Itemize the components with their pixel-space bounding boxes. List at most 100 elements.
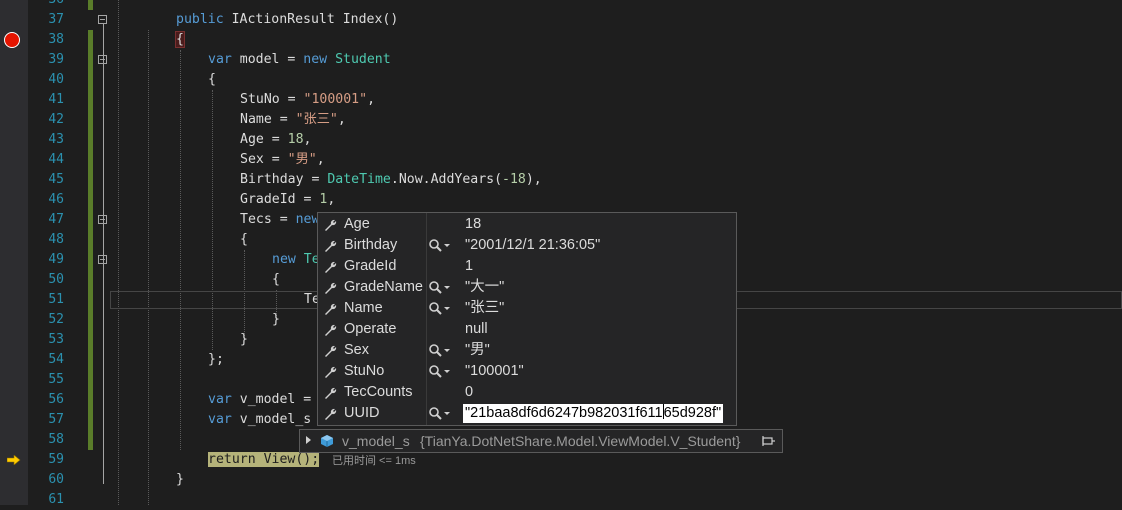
datatip-row-gradeid[interactable]: GradeId 1: [318, 256, 736, 277]
code-line-59[interactable]: return View();: [208, 450, 320, 470]
code-text: View();: [255, 452, 320, 467]
code-line-48[interactable]: {: [240, 230, 248, 250]
keyword: new: [303, 52, 328, 67]
code-line-39[interactable]: var model = new Student: [208, 50, 391, 70]
pin-icon[interactable]: [762, 434, 776, 448]
code-text: }: [176, 472, 184, 487]
code-line-49[interactable]: new Te: [272, 250, 320, 270]
code-line-37[interactable]: public IActionResult Index(): [176, 10, 398, 30]
code-line-40[interactable]: {: [208, 70, 216, 90]
code-text: ,: [367, 92, 376, 107]
code-text: StuNo =: [240, 92, 304, 107]
property-value-editor[interactable]: "21baa8df6d6247b982031f61165d928f": [463, 404, 724, 423]
line-number: 61: [48, 492, 64, 507]
code-text: ),: [525, 172, 542, 187]
magnifier-icon[interactable]: [428, 406, 452, 422]
datatip-row-age[interactable]: Age 18: [318, 214, 736, 235]
code-line-50[interactable]: {: [272, 270, 280, 290]
code-text: .Now.AddYears(: [390, 172, 503, 187]
breakpoint-gutter[interactable]: [0, 0, 28, 505]
line-number: 43: [48, 132, 64, 147]
wrench-icon: [322, 364, 338, 380]
code-line-41[interactable]: StuNo = "100001",: [240, 90, 375, 110]
property-name: UUID: [344, 405, 380, 421]
indent-guide: [148, 30, 149, 505]
property-name: Operate: [344, 321, 397, 337]
code-text: }: [272, 312, 280, 327]
perf-tip[interactable]: 已用时间 <= 1ms: [332, 451, 416, 471]
variable-type: {TianYa.DotNetShare.Model.ViewModel.V_St…: [420, 433, 741, 449]
property-value[interactable]: null: [465, 319, 488, 340]
breakpoint-icon[interactable]: [4, 32, 20, 48]
current-statement-arrow-icon: [7, 455, 21, 465]
value-text: "21baa8df6d6247b982031f611: [465, 405, 663, 421]
code-line-52[interactable]: }: [272, 310, 280, 330]
code-text: ,: [303, 132, 312, 147]
wrench-icon: [322, 217, 338, 233]
keyword: return: [208, 452, 256, 467]
code-text: Birthday =: [240, 172, 328, 187]
indent-guide: [212, 90, 213, 350]
code-line-47[interactable]: Tecs = new: [240, 210, 319, 230]
code-line-46[interactable]: GradeId = 1,: [240, 190, 335, 210]
value-text: 65d928f": [663, 405, 722, 421]
property-value[interactable]: "男": [465, 340, 490, 361]
property-value[interactable]: "张三": [465, 298, 504, 319]
property-value[interactable]: 1: [465, 256, 473, 277]
cube-icon: [321, 435, 333, 447]
wrench-icon: [322, 406, 338, 422]
wrench-icon: [322, 238, 338, 254]
property-value[interactable]: 18: [465, 214, 481, 235]
datatip-row-stuno[interactable]: StuNo "100001": [318, 361, 736, 382]
property-value[interactable]: 0: [465, 382, 473, 403]
parent-datatip[interactable]: v_model_s {TianYa.DotNetShare.Model.View…: [299, 429, 783, 453]
type-name: DateTime: [327, 172, 391, 187]
code-line-56[interactable]: var v_model =: [208, 390, 311, 410]
line-number: 41: [48, 92, 64, 107]
keyword: var: [208, 52, 232, 67]
code-text: Name =: [240, 112, 296, 127]
code-text: Sex =: [240, 152, 288, 167]
line-number: 50: [48, 272, 64, 287]
datatip-row-gradename[interactable]: GradeName "大一": [318, 277, 736, 298]
code-line-43[interactable]: Age = 18,: [240, 130, 311, 150]
magnifier-icon[interactable]: [428, 343, 452, 359]
line-number: 53: [48, 332, 64, 347]
property-name: Sex: [344, 342, 369, 358]
property-name: Age: [344, 216, 370, 232]
collapse-toggle[interactable]: [98, 15, 107, 24]
magnifier-icon[interactable]: [428, 364, 452, 380]
property-value[interactable]: "大一": [465, 277, 504, 298]
expand-arrow-icon[interactable]: [306, 436, 311, 444]
code-line-45[interactable]: Birthday = DateTime.Now.AddYears(-18),: [240, 170, 542, 190]
number-literal: -18: [502, 172, 526, 187]
datatip-row-birthday[interactable]: Birthday "2001/12/1 21:36:05": [318, 235, 736, 256]
line-number: 56: [48, 392, 64, 407]
code-line-44[interactable]: Sex = "男",: [240, 150, 325, 170]
keyword: var: [208, 392, 232, 407]
code-text: ,: [316, 152, 325, 167]
line-number: 54: [48, 352, 64, 367]
code-line-57[interactable]: var v_model_s: [208, 410, 311, 430]
line-number: 59: [48, 452, 64, 467]
keyword: new: [272, 252, 296, 267]
code-line-38[interactable]: {: [175, 30, 185, 50]
string-literal: "男": [287, 152, 317, 167]
datatip-row-uuid[interactable]: UUID "21baa8df6d6247b982031f61165d928f": [318, 403, 736, 424]
indent-guide: [180, 50, 181, 450]
code-line-60[interactable]: }: [176, 470, 184, 490]
datatip-row-teccounts[interactable]: TecCounts 0: [318, 382, 736, 403]
magnifier-icon[interactable]: [428, 280, 452, 296]
code-line-54[interactable]: };: [208, 350, 224, 370]
datatip-row-name[interactable]: Name "张三": [318, 298, 736, 319]
code-line-53[interactable]: }: [240, 330, 248, 350]
line-number: 36: [28, 0, 64, 10]
property-value[interactable]: "100001": [465, 361, 524, 382]
code-text: Age =: [240, 132, 288, 147]
datatip-row-operate[interactable]: Operate null: [318, 319, 736, 340]
property-value[interactable]: "2001/12/1 21:36:05": [465, 235, 600, 256]
code-line-42[interactable]: Name = "张三",: [240, 110, 346, 130]
magnifier-icon[interactable]: [428, 238, 452, 254]
magnifier-icon[interactable]: [428, 301, 452, 317]
datatip-row-sex[interactable]: Sex "男": [318, 340, 736, 361]
